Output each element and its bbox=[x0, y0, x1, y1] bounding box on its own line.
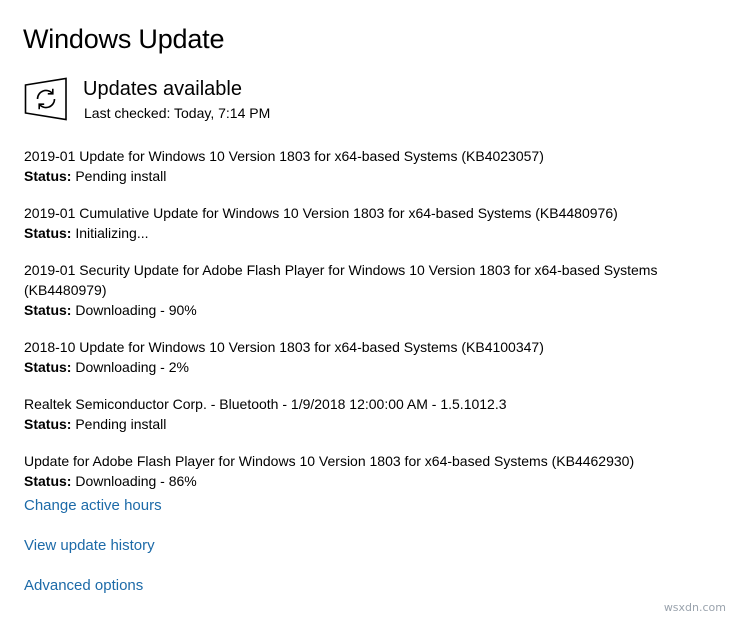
status-label: Status: bbox=[24, 225, 72, 241]
status-label: Status: bbox=[24, 473, 72, 489]
update-status: Status: Downloading - 86% bbox=[24, 471, 714, 491]
update-status: Status: Downloading - 90% bbox=[24, 300, 714, 320]
sync-refresh-icon bbox=[24, 77, 67, 121]
update-status: Status: Initializing... bbox=[24, 223, 714, 243]
update-name: 2019-01 Security Update for Adobe Flash … bbox=[24, 262, 658, 298]
update-item: 2018-10 Update for Windows 10 Version 18… bbox=[24, 337, 714, 377]
status-value: Downloading - 86% bbox=[75, 473, 197, 489]
update-item: Realtek Semiconductor Corp. - Bluetooth … bbox=[24, 394, 714, 434]
update-status: Status: Downloading - 2% bbox=[24, 357, 714, 377]
change-active-hours-link[interactable]: Change active hours bbox=[24, 496, 162, 536]
status-value: Pending install bbox=[75, 168, 167, 184]
update-item: 2019-01 Security Update for Adobe Flash … bbox=[24, 260, 714, 320]
update-name: 2019-01 Cumulative Update for Windows 10… bbox=[24, 205, 618, 221]
advanced-options-link[interactable]: Advanced options bbox=[24, 576, 162, 616]
update-name: 2018-10 Update for Windows 10 Version 18… bbox=[24, 339, 544, 355]
view-update-history-link[interactable]: View update history bbox=[24, 536, 162, 576]
update-name: Realtek Semiconductor Corp. - Bluetooth … bbox=[24, 396, 507, 412]
status-label: Status: bbox=[24, 168, 72, 184]
update-name: Update for Adobe Flash Player for Window… bbox=[24, 453, 635, 469]
status-label: Status: bbox=[24, 302, 72, 318]
status-value: Downloading - 2% bbox=[75, 359, 189, 375]
status-value: Pending install bbox=[75, 416, 167, 432]
watermark: wsxdn.com bbox=[663, 601, 726, 614]
status-label: Status: bbox=[24, 416, 72, 432]
status-value: Initializing... bbox=[75, 225, 149, 241]
settings-links: Change active hours View update history … bbox=[24, 496, 162, 616]
updates-list: 2019-01 Update for Windows 10 Version 18… bbox=[24, 146, 714, 508]
status-value: Downloading - 90% bbox=[75, 302, 197, 318]
status-label: Status: bbox=[24, 359, 72, 375]
update-name: 2019-01 Update for Windows 10 Version 18… bbox=[24, 148, 544, 164]
last-checked-text: Last checked: Today, 7:14 PM bbox=[84, 105, 271, 121]
update-status: Status: Pending install bbox=[24, 166, 714, 186]
update-item: Update for Adobe Flash Player for Window… bbox=[24, 451, 714, 491]
update-item: 2019-01 Cumulative Update for Windows 10… bbox=[24, 203, 714, 243]
page-title: Windows Update bbox=[23, 24, 225, 54]
update-status: Status: Pending install bbox=[24, 414, 714, 434]
status-title: Updates available bbox=[83, 78, 242, 100]
update-item: 2019-01 Update for Windows 10 Version 18… bbox=[24, 146, 714, 186]
